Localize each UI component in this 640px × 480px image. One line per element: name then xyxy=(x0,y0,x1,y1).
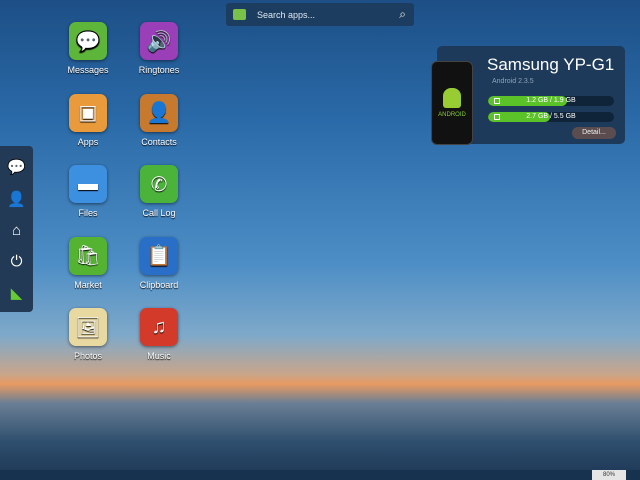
detail-button[interactable]: Detail... xyxy=(572,127,616,139)
power-icon[interactable]: ⏻ xyxy=(11,253,23,270)
airdroid-logo-icon[interactable]: ◣ xyxy=(11,284,23,302)
app-contacts[interactable]: 👤 Contacts xyxy=(124,93,194,147)
app-label: Messages xyxy=(67,65,109,75)
folder-icon: ▬ xyxy=(69,165,107,203)
app-label: Apps xyxy=(77,136,99,147)
android-version: Android 2.3.5 xyxy=(492,78,534,85)
photo-icon: 🖼 xyxy=(69,308,107,346)
app-ringtones[interactable]: 🔊 Ringtones xyxy=(124,22,194,75)
status-bar: 80% xyxy=(0,470,640,480)
battery-indicator: 80% xyxy=(592,470,626,480)
app-files[interactable]: ▬ Files xyxy=(53,165,123,218)
app-messages[interactable]: 💬 Messages xyxy=(53,22,123,75)
home-icon[interactable]: ⌂ xyxy=(12,222,21,239)
app-market[interactable]: 🛍 Market xyxy=(53,236,123,290)
app-photos[interactable]: 🖼 Photos xyxy=(53,308,123,361)
internal-storage-text: 2.7 GB / 5.5 GB xyxy=(526,113,576,120)
app-label: Market xyxy=(74,279,102,290)
app-store-icon xyxy=(233,9,246,20)
market-icon: 🛍 xyxy=(69,236,107,275)
app-apps[interactable]: ▣ Apps xyxy=(53,93,123,147)
app-call-log[interactable]: ✆ Call Log xyxy=(124,165,194,218)
new-message-icon[interactable]: 💬 xyxy=(7,158,26,176)
search-input[interactable]: Search apps... xyxy=(257,10,315,20)
app-label: Files xyxy=(78,208,98,218)
add-contact-icon[interactable]: 👤 xyxy=(7,190,26,208)
music-icon: ♫ xyxy=(140,308,178,346)
phone-icon: ✆ xyxy=(140,165,178,203)
app-label: Music xyxy=(147,351,171,361)
speaker-icon: 🔊 xyxy=(140,22,178,60)
device-name: Samsung YP-G1 xyxy=(487,55,615,74)
android-robot-icon xyxy=(443,88,461,108)
phone-image: ANDROID xyxy=(431,61,473,145)
message-icon: 💬 xyxy=(69,22,107,60)
search-bar[interactable]: Search apps... ⌕ xyxy=(226,3,414,26)
contact-icon: 👤 xyxy=(140,93,178,132)
app-music[interactable]: ♫ Music xyxy=(124,308,194,361)
search-icon[interactable]: ⌕ xyxy=(399,7,406,22)
internal-storage-bar: 2.7 GB / 5.5 GB xyxy=(488,112,614,122)
app-label: Call Log xyxy=(142,208,176,218)
app-label: Ringtones xyxy=(138,65,180,75)
clipboard-icon: 📋 xyxy=(140,236,178,275)
app-clipboard[interactable]: 📋 Clipboard xyxy=(124,236,194,290)
app-label: Contacts xyxy=(141,136,177,147)
app-label: Photos xyxy=(73,351,103,361)
side-dock: 💬 👤 ⌂ ⏻ ◣ xyxy=(0,146,33,312)
app-label: Clipboard xyxy=(139,279,179,290)
box-icon: ▣ xyxy=(69,93,107,132)
sd-storage-text: 1.2 GB / 1.9 GB xyxy=(526,97,576,104)
sd-storage-bar: 1.2 GB / 1.9 GB xyxy=(488,96,614,106)
